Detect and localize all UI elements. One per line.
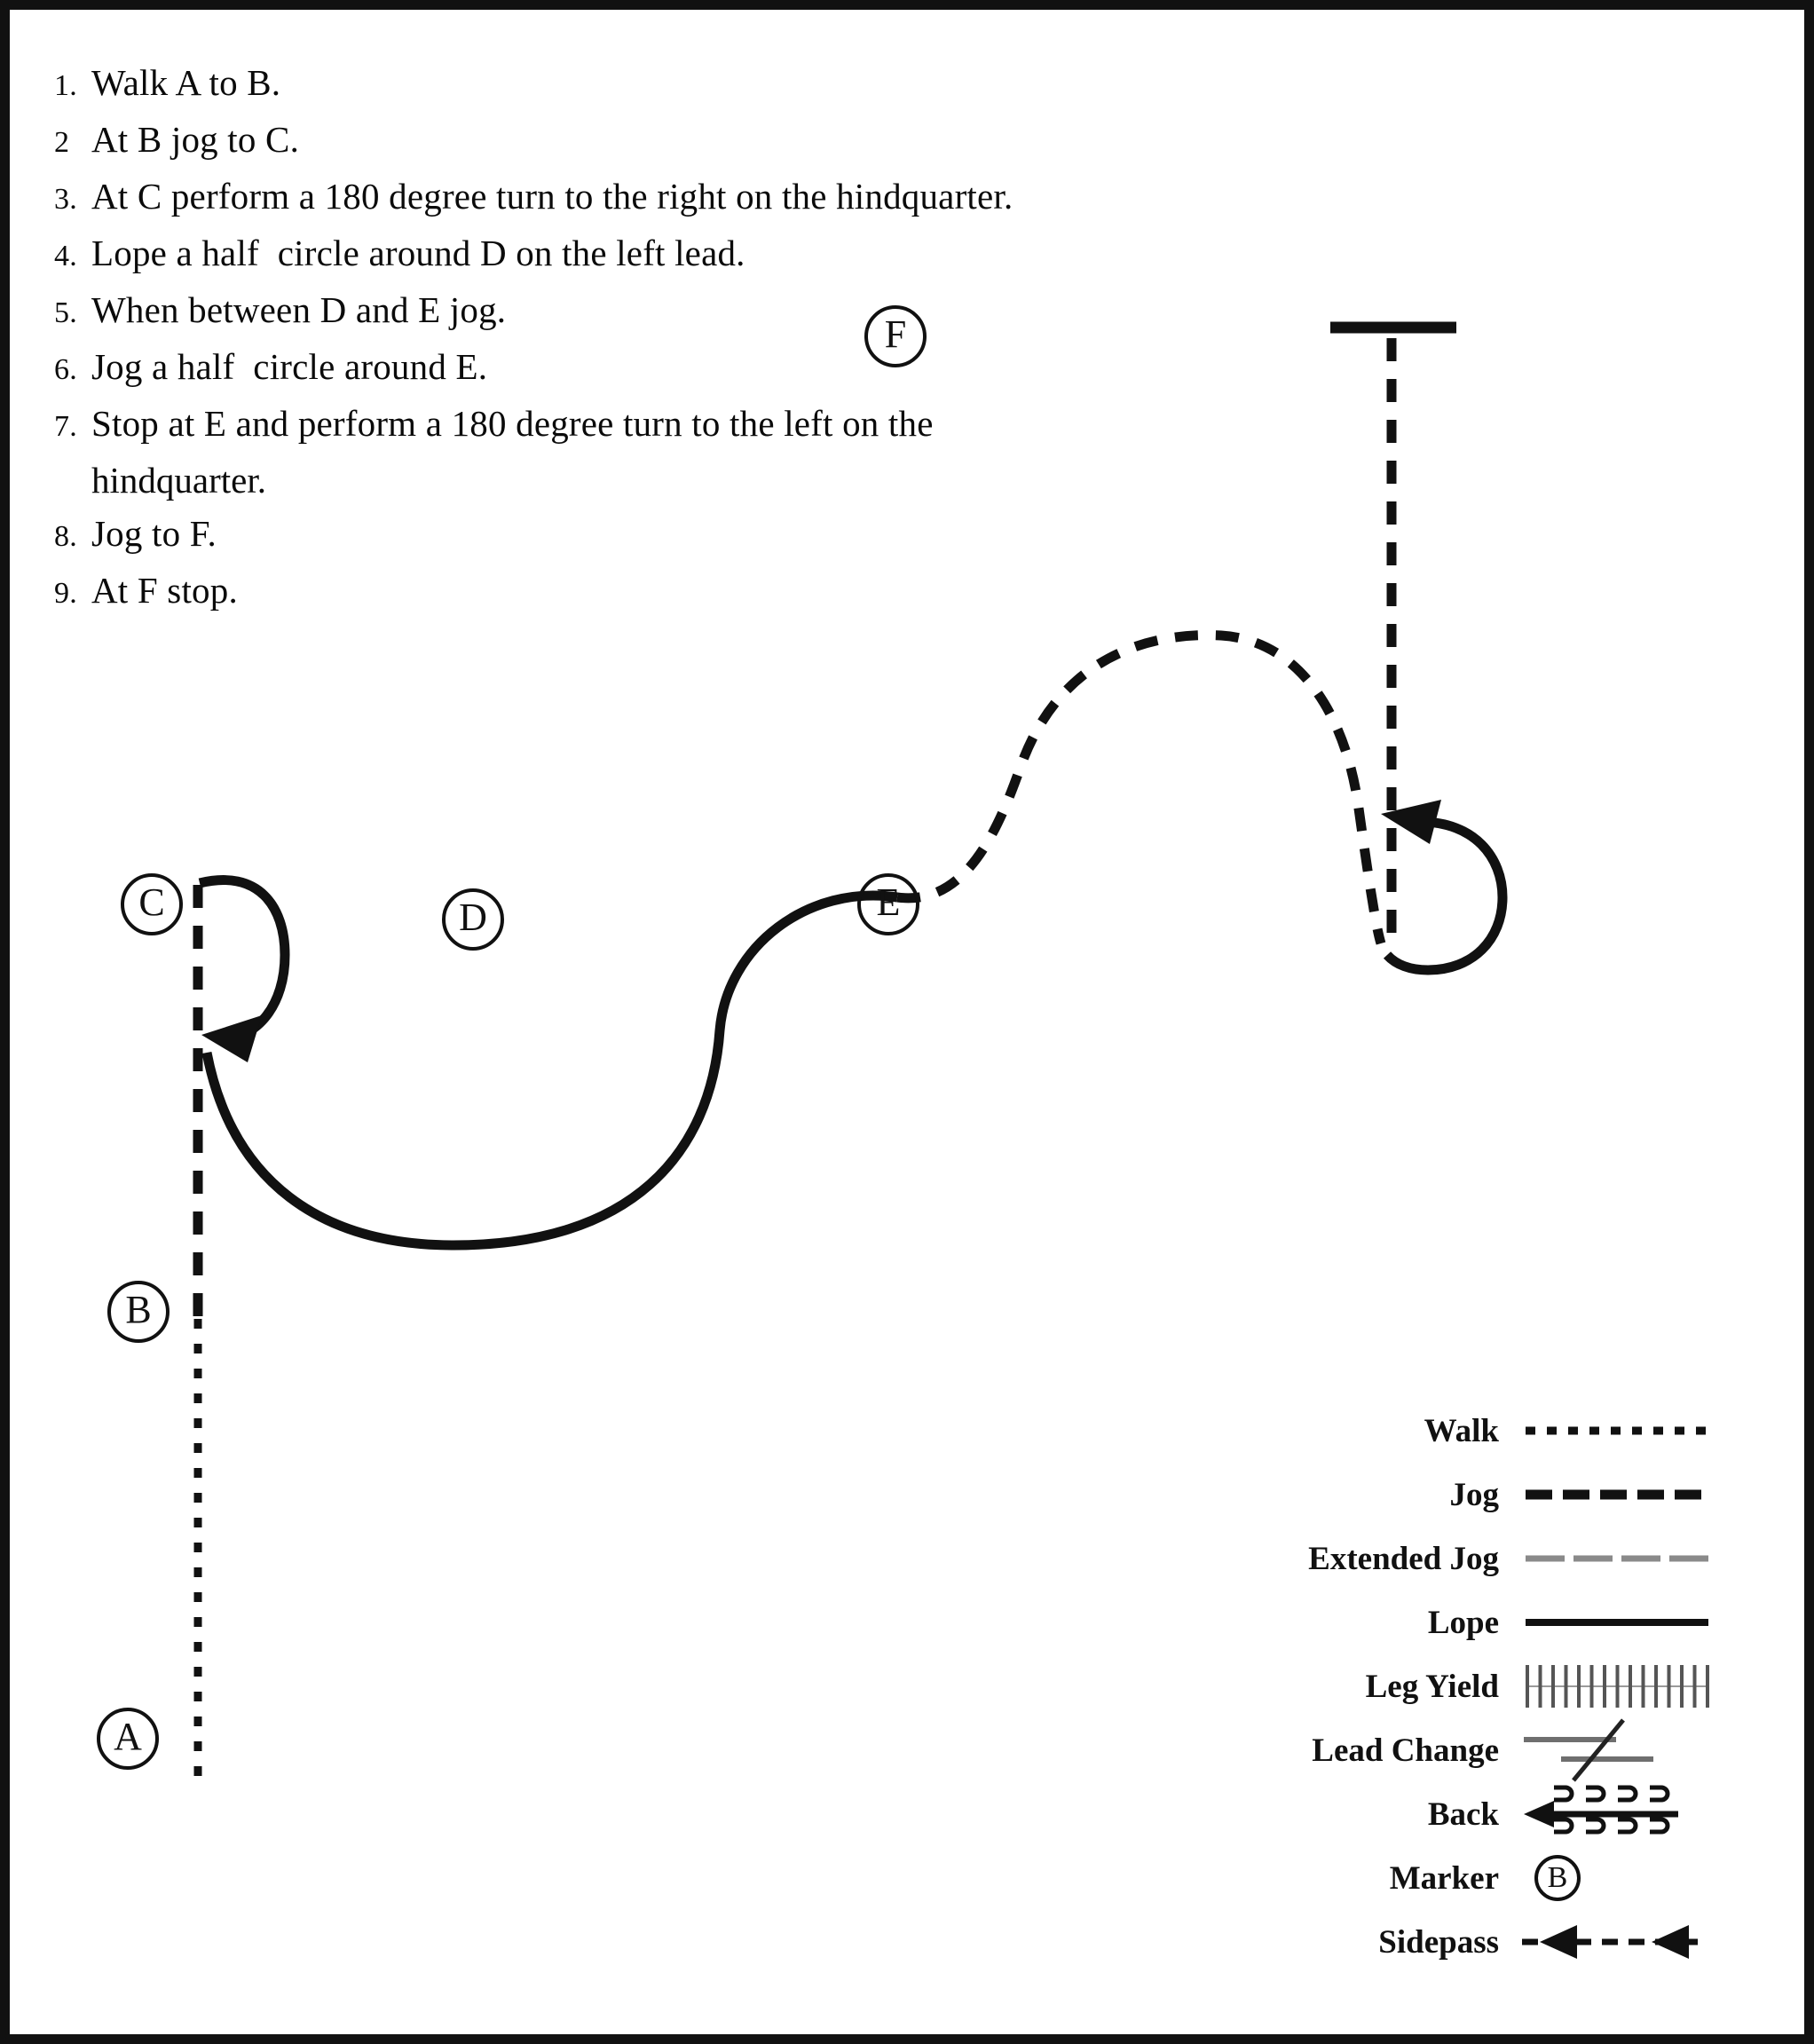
legend-row: Jog <box>1146 1463 1767 1527</box>
instruction-item: 2 At B jog to C. <box>54 113 1314 170</box>
instruction-number: 9. <box>54 577 77 610</box>
legend-row: Leg Yield <box>1146 1654 1767 1718</box>
instruction-number: 8. <box>54 520 77 553</box>
instruction-list: 1. Walk A to B. 2 At B jog to C. 3. At C perf… <box>54 56 1314 620</box>
marker-label: A <box>114 1715 142 1758</box>
marker-b: B <box>107 1281 170 1343</box>
marker-label: D <box>459 896 487 939</box>
legend: Walk Jog Extended Jog Lope Leg Yield Lead Cha… <box>1146 1399 1767 1974</box>
instruction-item: 4. Lope a half circle around D on the lef… <box>54 226 1314 283</box>
page-sheet: 1. Walk A to B. 2 At B jog to C. 3. At C perf… <box>10 10 1804 2034</box>
marker-c: C <box>121 873 183 935</box>
legend-label: Lead Change <box>1312 1732 1499 1769</box>
marker-d: D <box>442 888 504 951</box>
marker-a: A <box>97 1708 159 1770</box>
turn-left-arrowhead-at-e <box>1381 800 1441 844</box>
marker-f: F <box>864 305 927 367</box>
legend-row: Sidepass <box>1146 1910 1767 1974</box>
instruction-item: 3. At C perform a 180 degree turn to the … <box>54 170 1314 226</box>
marker-label: E <box>876 880 901 924</box>
instruction-item: 9. At F stop. <box>54 564 1314 620</box>
turn-right-arrowhead-at-c <box>201 1015 262 1062</box>
legend-label: Jog <box>1449 1476 1500 1513</box>
legend-row: Lead Change <box>1146 1718 1767 1782</box>
instruction-item: 8. Jog to F. <box>54 507 1314 564</box>
legend-label: Marker <box>1389 1859 1499 1897</box>
sidepass-double-arrow-icon <box>1518 1910 1714 1974</box>
instruction-text: Walk A to B. <box>91 62 281 103</box>
instruction-item: 1. Walk A to B. <box>54 56 1314 113</box>
lope-solid-line-icon <box>1518 1590 1714 1654</box>
jog-dashed-line-icon <box>1518 1463 1714 1527</box>
marker-e: E <box>857 873 919 935</box>
leg-yield-hatched-line-icon <box>1518 1654 1714 1718</box>
instruction-text: Jog to F. <box>91 513 217 554</box>
lead-change-slash-icon <box>1518 1718 1714 1782</box>
instruction-item: 6. Jog a half circle around E. <box>54 340 1314 397</box>
instruction-text: At B jog to C. <box>91 119 300 160</box>
legend-row: Extended Jog <box>1146 1527 1767 1590</box>
legend-label: Lope <box>1427 1604 1499 1641</box>
extended-jog-gray-dashed-line-icon <box>1518 1527 1714 1590</box>
instruction-number: 6. <box>54 353 77 386</box>
marker-circle-icon: B <box>1518 1846 1714 1910</box>
legend-label: Back <box>1427 1795 1499 1833</box>
instruction-number: 3. <box>54 183 77 216</box>
turn-right-loop-at-c <box>198 875 290 1045</box>
legend-row: Lope <box>1146 1590 1767 1654</box>
instruction-text: When between D and E jog. <box>91 289 507 330</box>
legend-label: Leg Yield <box>1365 1668 1499 1705</box>
legend-row: Walk <box>1146 1399 1767 1463</box>
instruction-text: Jog a half circle around E. <box>91 346 488 387</box>
legend-label: Walk <box>1424 1412 1499 1449</box>
legend-label: Sidepass <box>1378 1923 1499 1961</box>
instruction-text: Stop at E and perform a 180 degree turn … <box>91 403 934 444</box>
legend-row: Back <box>1146 1782 1767 1846</box>
instruction-text: At F stop. <box>91 570 238 611</box>
turn-left-loop-at-e <box>1383 817 1508 975</box>
instruction-number: 5. <box>54 296 77 329</box>
instruction-item: 7. Stop at E and perform a 180 degree tur… <box>54 397 1314 454</box>
legend-marker-letter: B <box>1547 1861 1568 1894</box>
walk-dotted-line-icon <box>1518 1399 1714 1463</box>
marker-label: F <box>884 312 907 356</box>
instruction-text: Lope a half circle around D on the left … <box>91 233 745 273</box>
legend-label: Extended Jog <box>1308 1540 1499 1577</box>
marker-label: B <box>125 1288 152 1331</box>
instruction-number: 7. <box>54 410 77 443</box>
jog-arc-around-e <box>896 630 1386 945</box>
instruction-item: 5. When between D and E jog. <box>54 283 1314 340</box>
instruction-text: At C perform a 180 degree turn to the ri… <box>91 176 1013 217</box>
page-frame: 1. Walk A to B. 2 At B jog to C. 3. At C perf… <box>0 0 1814 2044</box>
legend-marker-circle: B <box>1534 1855 1581 1901</box>
instruction-number: 4. <box>54 240 77 272</box>
instruction-number: 2 <box>54 126 70 159</box>
instruction-text-continuation: hindquarter. <box>91 460 266 501</box>
back-arrow-hoofprints-icon <box>1518 1782 1714 1846</box>
lope-arc-around-d <box>201 890 898 1251</box>
legend-row: Marker B <box>1146 1846 1767 1910</box>
instruction-number: 1. <box>54 69 77 102</box>
marker-label: C <box>138 880 165 924</box>
